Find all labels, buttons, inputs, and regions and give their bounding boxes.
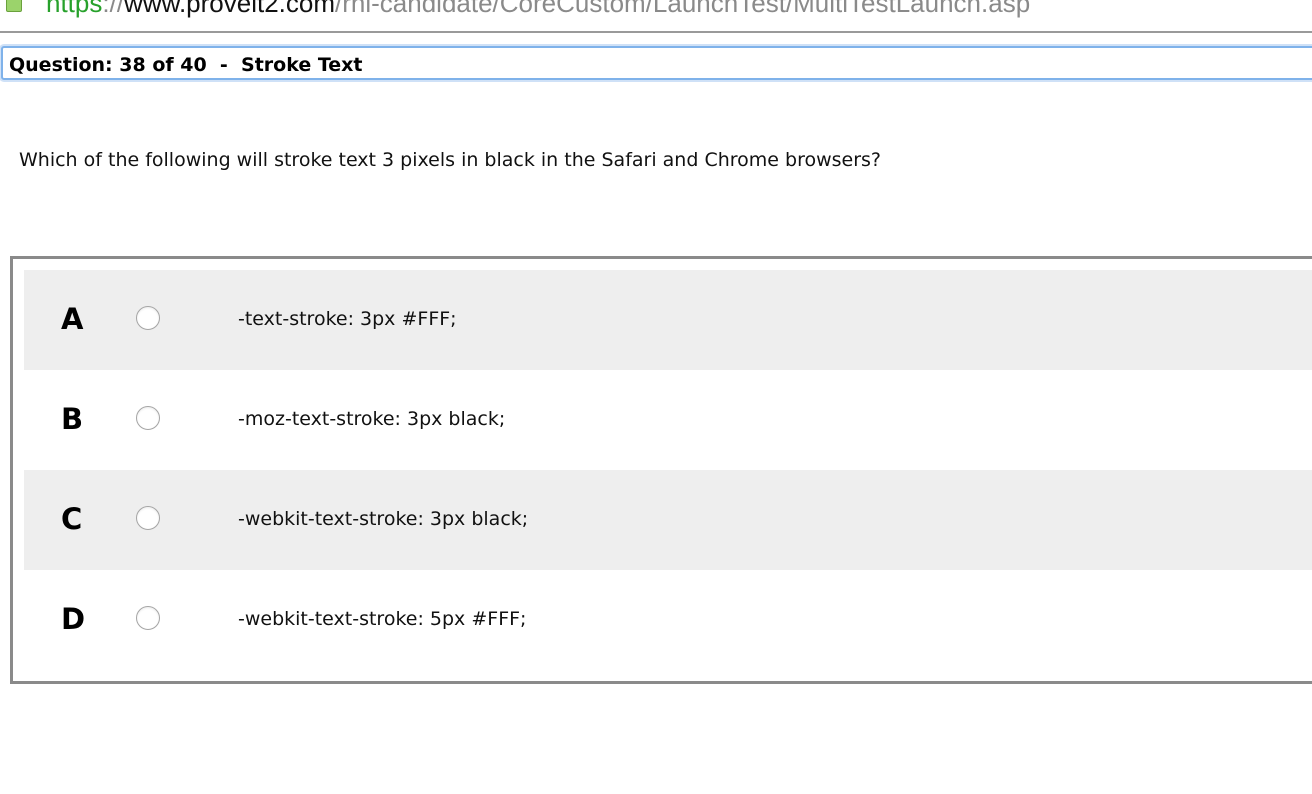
option-b-radio[interactable] [136,406,160,430]
url-path: /rhi-candidate/CoreCustom/LaunchTest/Mul… [335,0,1031,18]
option-letter: D [61,602,86,636]
option-text[interactable]: -webkit-text-stroke: 3px black; [238,508,528,530]
url-protocol: https [46,0,103,18]
option-d-radio[interactable] [136,606,160,630]
url-text[interactable]: https://www.proveit2.com/rhi-candidate/C… [46,0,1030,19]
option-text[interactable]: -text-stroke: 3px #FFF; [238,308,457,330]
question-prompt: Which of the following will stroke text … [19,149,882,171]
url-host: www.proveit2.com [124,0,336,18]
quiz-page: https://www.proveit2.com/rhi-candidate/C… [0,0,1312,794]
option-letter: B [61,402,84,436]
question-header-bar: Question: 38 of 40 - Stroke Text [1,46,1312,80]
option-a-radio[interactable] [136,306,160,330]
question-header-title: Question: 38 of 40 - Stroke Text [9,54,363,76]
answer-options-box: A -text-stroke: 3px #FFF; B -moz-text-st… [10,256,1312,684]
answer-option-d[interactable]: D -webkit-text-stroke: 5px #FFF; [24,570,1312,670]
option-letter: A [61,302,84,336]
option-c-radio[interactable] [136,506,160,530]
option-text[interactable]: -webkit-text-stroke: 5px #FFF; [238,608,526,630]
url-separator: :// [102,0,125,18]
answer-option-c[interactable]: C -webkit-text-stroke: 3px black; [24,470,1312,570]
option-letter: C [61,502,83,536]
browser-address-bar[interactable]: https://www.proveit2.com/rhi-candidate/C… [0,0,1312,33]
option-text[interactable]: -moz-text-stroke: 3px black; [238,408,505,430]
answer-option-a[interactable]: A -text-stroke: 3px #FFF; [24,270,1312,370]
secure-site-icon [6,0,22,12]
answer-option-b[interactable]: B -moz-text-stroke: 3px black; [24,370,1312,470]
